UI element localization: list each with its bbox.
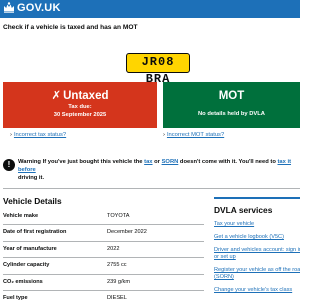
- row-label: CO₂ emissions: [3, 278, 43, 285]
- change-tax-class-link[interactable]: Change your vehicle's tax class: [214, 287, 300, 294]
- mot-status-detail: No details held by DVLA: [198, 111, 265, 117]
- incorrect-mot-status-row: › Incorrect MOT status?: [163, 131, 224, 139]
- warning-icon: !: [3, 159, 15, 171]
- tax-status-heading: ✗ Untaxed: [3, 90, 157, 103]
- row-label: Year of manufacture: [3, 245, 57, 252]
- table-row: CO₂ emissions 239 g/km: [3, 275, 204, 291]
- crown-icon: [4, 2, 14, 13]
- tax-your-vehicle-link[interactable]: Tax your vehicle: [214, 221, 300, 228]
- tax-status-panel: ✗ Untaxed Tax due: 30 September 2025: [3, 82, 157, 128]
- incorrect-tax-status-link[interactable]: Incorrect tax status?: [14, 132, 66, 138]
- table-row: Cylinder capacity 2755 cc: [3, 258, 204, 275]
- row-label: Date of first registration: [3, 229, 67, 236]
- warning-text-part: Warning If you've just bought this vehic…: [18, 159, 145, 165]
- tax-status-label: Untaxed: [63, 90, 109, 102]
- row-label: Vehicle make: [3, 213, 39, 219]
- row-value: December 2022: [107, 229, 147, 236]
- header-blue-bar: [0, 16, 300, 18]
- sorn-register-link-cont[interactable]: (SORN): [214, 274, 300, 281]
- row-value: TOYOTA: [107, 213, 130, 219]
- tax-link[interactable]: tax: [144, 159, 152, 165]
- chevron-right-icon: ›: [163, 132, 165, 138]
- tax-due-date: 30 September 2025: [53, 112, 107, 118]
- services-top-rule: [214, 197, 300, 199]
- vehicle-logbook-link[interactable]: Get a vehicle logbook (V5C): [214, 234, 300, 241]
- sorn-register-link[interactable]: Register your vehicle as off the road: [214, 267, 300, 274]
- govuk-logo-link[interactable]: GOV.UK: [17, 2, 61, 14]
- cross-icon: ✗: [51, 90, 62, 102]
- driver-account-link-cont[interactable]: or set up: [214, 254, 300, 261]
- warning-text-part: driving it.: [18, 175, 45, 181]
- row-label: Cylinder capacity: [3, 262, 50, 269]
- warning-text: Warning If you've just bought this vehic…: [18, 158, 300, 182]
- govuk-header: GOV.UK: [0, 0, 300, 16]
- incorrect-tax-status-row: › Incorrect tax status?: [10, 131, 66, 139]
- table-row: Fuel type DIESEL: [3, 291, 204, 300]
- mot-status-panel: MOT No details held by DVLA: [163, 82, 300, 128]
- chevron-right-icon: ›: [10, 132, 12, 138]
- vehicle-details-table: Vehicle make TOYOTA Date of first regist…: [3, 209, 204, 300]
- dvla-services-title: DVLA services: [214, 205, 273, 215]
- warning-text-part: doesn't come with it. You'll need to: [178, 159, 278, 165]
- warning-text-part: or: [152, 159, 162, 165]
- dvla-services-sidebar: DVLA services Tax your vehicle Get a veh…: [214, 197, 300, 294]
- table-row: Year of manufacture 2022: [3, 242, 204, 259]
- row-value: DIESEL: [107, 294, 127, 300]
- mot-status-heading: MOT: [218, 90, 245, 102]
- row-value: 2755 cc: [107, 262, 127, 269]
- row-value: 2022: [107, 245, 120, 252]
- tax-due-label: Tax due:: [68, 104, 92, 110]
- driver-account-link[interactable]: Driver and vehicles account: sign in: [214, 247, 300, 254]
- warning-callout: ! Warning If you've just bought this veh…: [3, 157, 300, 181]
- table-row: Date of first registration December 2022: [3, 225, 204, 242]
- vehicle-details-title: Vehicle Details: [3, 196, 62, 206]
- incorrect-mot-status-link[interactable]: Incorrect MOT status?: [167, 132, 224, 138]
- row-label: Fuel type: [3, 294, 28, 300]
- table-row: Vehicle make TOYOTA: [3, 209, 204, 226]
- page-title: Check if a vehicle is taxed and has an M…: [3, 24, 138, 31]
- sorn-link[interactable]: SORN: [162, 159, 179, 165]
- row-value: 239 g/km: [107, 278, 131, 285]
- section-divider: [3, 188, 300, 189]
- registration-plate: JR08 BRA: [126, 53, 190, 86]
